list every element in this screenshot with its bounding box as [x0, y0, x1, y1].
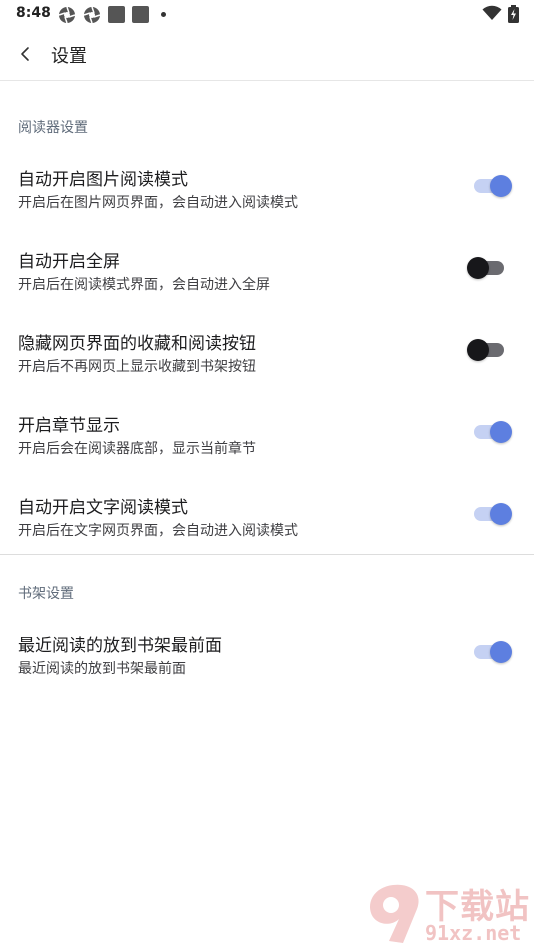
aperture-icon [83, 6, 101, 24]
chevron-left-icon [21, 47, 29, 61]
toggle-thumb [467, 257, 489, 279]
status-time: 8:48 [16, 5, 51, 21]
wifi-icon [482, 5, 502, 20]
auto-text-reading-mode-toggle[interactable] [466, 501, 514, 527]
setting-description: 最近阅读的放到书架最前面 [18, 661, 186, 677]
setting-title: 开启章节显示 [18, 416, 120, 436]
setting-auto-image-reading-mode[interactable]: 自动开启图片阅读模式 开启后在图片网页界面，会自动进入阅读模式 [0, 165, 534, 235]
section-header-bookshelf: 书架设置 [18, 586, 74, 602]
battery-charging-icon [508, 5, 519, 23]
setting-auto-text-reading-mode[interactable]: 自动开启文字阅读模式 开启后在文字网页界面，会自动进入阅读模式 [0, 493, 534, 563]
auto-fullscreen-toggle[interactable] [466, 255, 514, 281]
recent-reading-first-toggle[interactable] [466, 639, 514, 665]
toggle-thumb [490, 421, 512, 443]
watermark-logo-icon [369, 884, 419, 943]
setting-description: 开启后在文字网页界面，会自动进入阅读模式 [18, 523, 298, 539]
chapter-display-toggle[interactable] [466, 419, 514, 445]
setting-description: 开启后在阅读模式界面，会自动进入全屏 [18, 277, 270, 293]
more-notifications-dot [161, 12, 166, 17]
setting-auto-fullscreen[interactable]: 自动开启全屏 开启后在阅读模式界面，会自动进入全屏 [0, 247, 534, 317]
setting-description: 开启后不再网页上显示收藏到书架按钮 [18, 359, 256, 375]
watermark-domain: 91xz.net [425, 921, 522, 945]
hide-collect-read-buttons-toggle[interactable] [466, 337, 514, 363]
setting-chapter-display[interactable]: 开启章节显示 开启后会在阅读器底部，显示当前章节 [0, 411, 534, 481]
toggle-thumb [490, 175, 512, 197]
auto-image-reading-mode-toggle[interactable] [466, 173, 514, 199]
setting-title: 自动开启图片阅读模式 [18, 170, 188, 190]
setting-title: 自动开启全屏 [18, 252, 120, 272]
setting-recent-reading-first[interactable]: 最近阅读的放到书架最前面 最近阅读的放到书架最前面 [0, 631, 534, 701]
toggle-thumb [490, 641, 512, 663]
toggle-thumb [490, 503, 512, 525]
setting-description: 开启后会在阅读器底部，显示当前章节 [18, 441, 256, 457]
toggle-thumb [467, 339, 489, 361]
notification-app-icon [108, 6, 125, 23]
notification-app-icon [132, 6, 149, 23]
setting-title: 隐藏网页界面的收藏和阅读按钮 [18, 334, 256, 354]
section-divider [0, 554, 534, 555]
setting-title: 自动开启文字阅读模式 [18, 498, 188, 518]
watermark: 下载站 91xz.net [359, 875, 534, 950]
setting-title: 最近阅读的放到书架最前面 [18, 636, 222, 656]
setting-description: 开启后在图片网页界面，会自动进入阅读模式 [18, 195, 298, 211]
aperture-icon [58, 6, 76, 24]
back-button[interactable] [12, 40, 40, 68]
setting-hide-collect-read-buttons[interactable]: 隐藏网页界面的收藏和阅读按钮 开启后不再网页上显示收藏到书架按钮 [0, 329, 534, 399]
page-title: 设置 [51, 46, 87, 67]
section-header-reader: 阅读器设置 [18, 120, 88, 136]
status-bar: 8:48 [0, 0, 534, 28]
app-bar: 设置 [0, 28, 534, 81]
